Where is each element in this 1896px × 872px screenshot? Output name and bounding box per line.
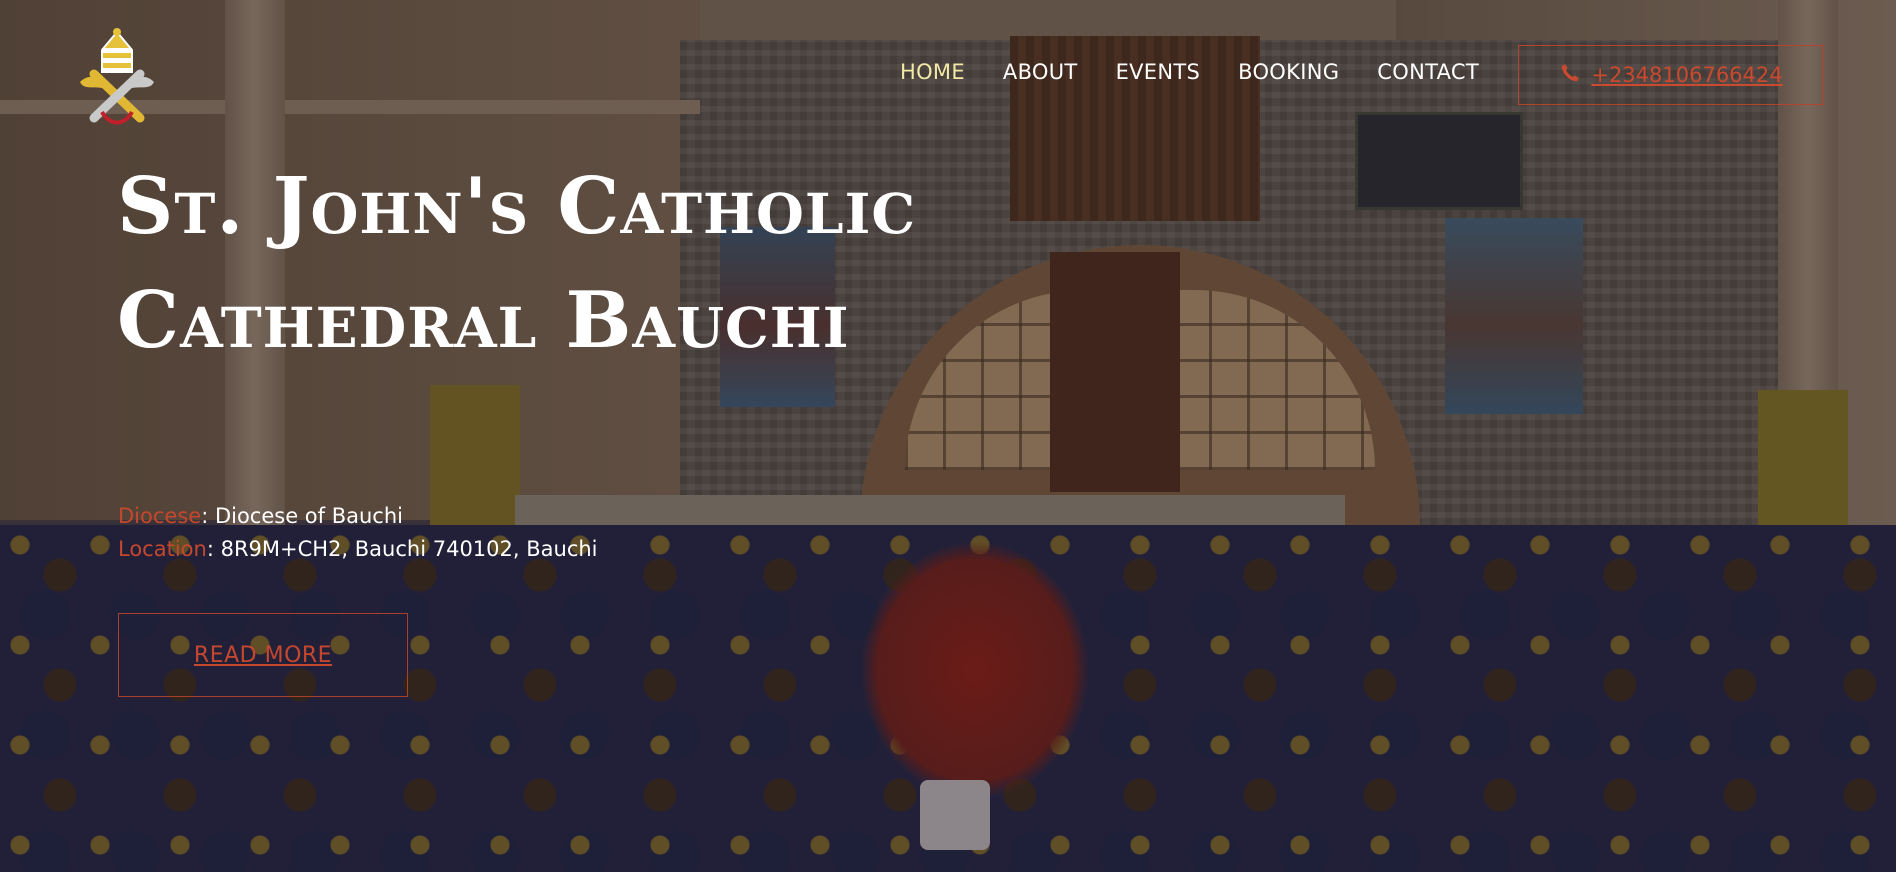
diocese-label: Diocese: [118, 504, 202, 528]
page-title: St. John's Catholic Cathedral Bauchi: [117, 161, 917, 366]
phone-button[interactable]: +2348106766424: [1518, 45, 1824, 105]
location-value: : 8R9M+CH2, Bauchi 740102, Bauchi: [206, 537, 598, 561]
main-navigation: HOME ABOUT EVENTS BOOKING CONTACT: [900, 60, 1479, 84]
background-photo: [0, 0, 1896, 872]
read-more-button[interactable]: READ MORE: [118, 613, 408, 697]
nav-about[interactable]: ABOUT: [1003, 60, 1078, 84]
location-label: Location: [118, 537, 207, 561]
location-row: Location: 8R9M+CH2, Bauchi 740102, Bauch…: [118, 533, 598, 566]
nav-booking[interactable]: BOOKING: [1238, 60, 1339, 84]
phone-icon: [1559, 62, 1581, 89]
diocese-value: : Diocese of Bauchi: [201, 504, 403, 528]
hero-section: HOME ABOUT EVENTS BOOKING CONTACT +23481…: [0, 0, 1896, 872]
papal-coat-of-arms-icon[interactable]: [72, 26, 162, 130]
nav-home[interactable]: HOME: [900, 60, 965, 84]
nav-contact[interactable]: CONTACT: [1377, 60, 1479, 84]
phone-number: +2348106766424: [1591, 63, 1783, 87]
church-info: Diocese: Diocese of Bauchi Location: 8R9…: [118, 500, 598, 566]
diocese-row: Diocese: Diocese of Bauchi: [118, 500, 598, 533]
nav-events[interactable]: EVENTS: [1116, 60, 1201, 84]
